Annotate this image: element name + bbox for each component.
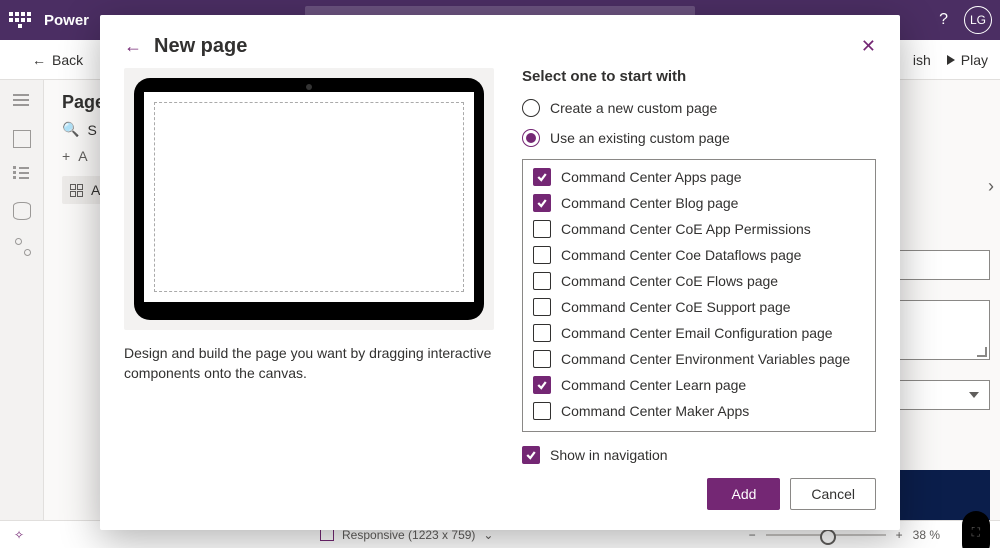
list-item-label: Command Center CoE App Permissions — [561, 221, 811, 237]
checkbox[interactable] — [533, 220, 551, 238]
list-item-label: Command Center Apps page — [561, 169, 742, 185]
cancel-button[interactable]: Cancel — [790, 478, 876, 510]
list-item-label: Command Center CoE Flows page — [561, 273, 778, 289]
radio-use-existing[interactable]: Use an existing custom page — [522, 129, 876, 147]
existing-pages-list: Command Center Apps page Command Center B… — [522, 159, 876, 432]
dialog-description: Design and build the page you want by dr… — [124, 344, 494, 383]
checkbox[interactable] — [533, 298, 551, 316]
dialog-title: New page — [154, 35, 247, 58]
radio-icon — [522, 99, 540, 117]
page-preview — [124, 68, 494, 330]
dialog-back-icon[interactable]: ← — [124, 36, 142, 57]
list-item-label: Command Center Blog page — [561, 195, 738, 211]
radio-label: Create a new custom page — [550, 100, 717, 116]
list-item-label: Command Center CoE Support page — [561, 299, 791, 315]
list-item[interactable]: Command Center CoE Support page — [529, 294, 869, 320]
checkbox[interactable] — [533, 246, 551, 264]
radio-icon — [522, 129, 540, 147]
checkbox[interactable] — [533, 350, 551, 368]
checkbox[interactable] — [533, 168, 551, 186]
list-item[interactable]: Command Center Email Configuration page — [529, 320, 869, 346]
checkbox[interactable] — [533, 324, 551, 342]
list-item-label: Command Center Environment Variables pag… — [561, 351, 850, 367]
close-icon[interactable]: ✕ — [861, 36, 876, 57]
list-item[interactable]: Command Center Apps page — [529, 164, 869, 190]
list-item[interactable]: Command Center Maker Apps — [529, 398, 869, 424]
list-item[interactable]: Command Center Environment Variables pag… — [529, 346, 869, 372]
checkbox[interactable] — [533, 194, 551, 212]
add-button[interactable]: Add — [707, 478, 780, 510]
list-item[interactable]: Command Center Coe Dataflows page — [529, 242, 869, 268]
dialog-heading: Select one to start with — [522, 68, 876, 85]
checkbox[interactable] — [533, 376, 551, 394]
show-in-nav-label: Show in navigation — [550, 447, 668, 463]
list-item-label: Command Center Coe Dataflows page — [561, 247, 801, 263]
existing-pages-scroll[interactable]: Command Center Apps page Command Center B… — [523, 160, 875, 431]
radio-label: Use an existing custom page — [550, 130, 730, 146]
checkbox[interactable] — [533, 272, 551, 290]
list-item[interactable]: Command Center CoE App Permissions — [529, 216, 869, 242]
list-item[interactable]: Command Center Learn page — [529, 372, 869, 398]
show-in-nav-checkbox[interactable] — [522, 446, 540, 464]
new-page-dialog: ← New page ✕ Design and build the page y… — [100, 15, 900, 530]
list-item[interactable]: Command Center Blog page — [529, 190, 869, 216]
checkbox[interactable] — [533, 402, 551, 420]
list-item-label: Command Center Learn page — [561, 377, 746, 393]
radio-create-new[interactable]: Create a new custom page — [522, 99, 876, 117]
list-item-label: Command Center Email Configuration page — [561, 325, 833, 341]
modal-overlay: ← New page ✕ Design and build the page y… — [0, 0, 1000, 548]
list-item-label: Command Center Maker Apps — [561, 403, 749, 419]
list-item[interactable]: Command Center CoE Flows page — [529, 268, 869, 294]
